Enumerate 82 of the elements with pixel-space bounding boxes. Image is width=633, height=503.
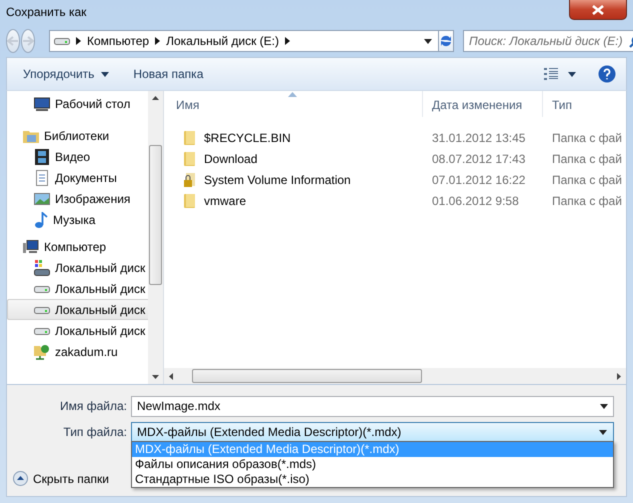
table-cell-text: Папка с фай [551, 194, 623, 208]
table-cell-text: Папка с фай [551, 152, 623, 166]
film-icon [34, 148, 50, 164]
breadcrumb[interactable]: Локальный диск (E:) [166, 34, 280, 48]
sidebar-item[interactable]: Локальный диск [7, 320, 148, 341]
close-icon [592, 4, 604, 14]
refresh-button[interactable] [439, 30, 454, 52]
sidebar-item[interactable]: Локальный диск [7, 299, 148, 320]
caret-icon [101, 72, 110, 76]
table-cell-text: 08.07.2012 17:43 [431, 152, 526, 166]
library-folder-icon [23, 128, 39, 142]
table-cell-text: Папка с фай [551, 172, 623, 186]
column-header[interactable]: Имя [164, 91, 423, 117]
music-note-icon [34, 212, 48, 228]
network-folder-icon [34, 344, 50, 360]
desktop-icon [34, 96, 50, 110]
scroll-down-icon[interactable] [152, 375, 159, 379]
sidebar-item[interactable]: Музыка [7, 209, 148, 230]
file-name[interactable]: vmware [204, 194, 246, 208]
file-type-dropdown[interactable]: MDX-файлы (Extended Media Descriptor)(*.mdx) [131, 422, 614, 442]
scroll-left-icon[interactable] [169, 372, 173, 380]
sidebar-item[interactable]: Видео [7, 146, 148, 167]
arrow-right-icon [22, 36, 34, 46]
folder-icon [184, 151, 196, 166]
caret-icon[interactable] [568, 72, 576, 76]
document-icon [34, 170, 50, 186]
dropdown-option[interactable]: Файлы описания образов(*.mds) [132, 457, 613, 472]
close-button[interactable] [569, 0, 627, 20]
sidebar-item[interactable]: Изображения [7, 188, 148, 209]
dropdown-arrow-icon[interactable] [424, 38, 432, 44]
table-cell-text: Папка с фай [551, 130, 623, 144]
folder-icon [184, 193, 196, 208]
column-header[interactable]: Дата изменения [423, 91, 543, 117]
folder-icon [184, 130, 196, 145]
sidebar-item[interactable]: Документы [7, 167, 148, 188]
picture-icon [34, 192, 50, 206]
table-cell-text: 01.06.2012 9:58 [431, 194, 520, 208]
dropdown-arrow-icon [600, 404, 608, 408]
scrollbar-thumb[interactable] [192, 369, 422, 383]
scroll-right-icon[interactable] [617, 372, 621, 380]
hide-folders-button[interactable]: Скрыть папки [13, 471, 109, 486]
locked-folder-icon [184, 172, 196, 187]
drive-icon [34, 326, 50, 336]
sidebar-group[interactable]: Библиотеки [7, 125, 148, 146]
sidebar-item[interactable]: Локальный диск [7, 278, 148, 299]
chevron-icon[interactable] [76, 37, 81, 45]
drive-icon [54, 36, 70, 46]
scrollbar-thumb[interactable] [149, 145, 162, 285]
view-list-icon[interactable] [544, 68, 558, 80]
sidebar-item[interactable]: Рабочий стол [7, 93, 148, 114]
dropdown-arrow-icon [599, 430, 607, 434]
table-cell-text: 31.01.2012 13:45 [431, 130, 526, 144]
address-bar[interactable]: Компьютер Локальный диск (E:) [49, 30, 439, 52]
sort-arrow-icon [288, 92, 297, 97]
table-cell-text: 07.01.2012 16:22 [431, 172, 526, 186]
sidebar-group[interactable]: Компьютер [7, 236, 148, 257]
chevron-icon[interactable] [155, 37, 160, 45]
system-drive-icon [34, 260, 50, 276]
computer-icon [23, 240, 39, 254]
breadcrumb[interactable]: Компьютер [87, 34, 150, 48]
file-name[interactable]: $RECYCLE.BIN [204, 130, 291, 144]
file-name[interactable]: Download [204, 152, 258, 166]
arrow-left-icon [7, 36, 19, 46]
drive-icon [34, 284, 50, 294]
sidebar-item[interactable]: Локальный диск [7, 257, 148, 278]
field-label: Имя файла: [59, 399, 128, 413]
help-icon[interactable] [598, 65, 616, 83]
column-header[interactable]: Тип [543, 91, 626, 117]
search-field[interactable]: Поиск: Локальный диск (E:) [463, 30, 633, 52]
dropdown-option[interactable]: Стандартные ISO образы(*.iso) [132, 472, 613, 487]
scroll-up-icon[interactable] [152, 96, 159, 100]
file-name[interactable]: System Volume Information [204, 172, 351, 186]
drive-icon [34, 304, 50, 314]
new-folder-button[interactable]: Новая папка [125, 63, 212, 85]
file-name-field[interactable]: NewImage.mdx [131, 396, 614, 416]
window-title: Сохранить как [6, 4, 86, 19]
chevron-icon[interactable] [285, 37, 290, 45]
collapse-icon [13, 471, 28, 486]
field-label: Тип файла: [62, 425, 128, 439]
refresh-icon [439, 34, 453, 48]
organize-button[interactable]: Упорядочить [15, 63, 118, 85]
sidebar-item[interactable]: zakadum.ru [7, 341, 148, 362]
